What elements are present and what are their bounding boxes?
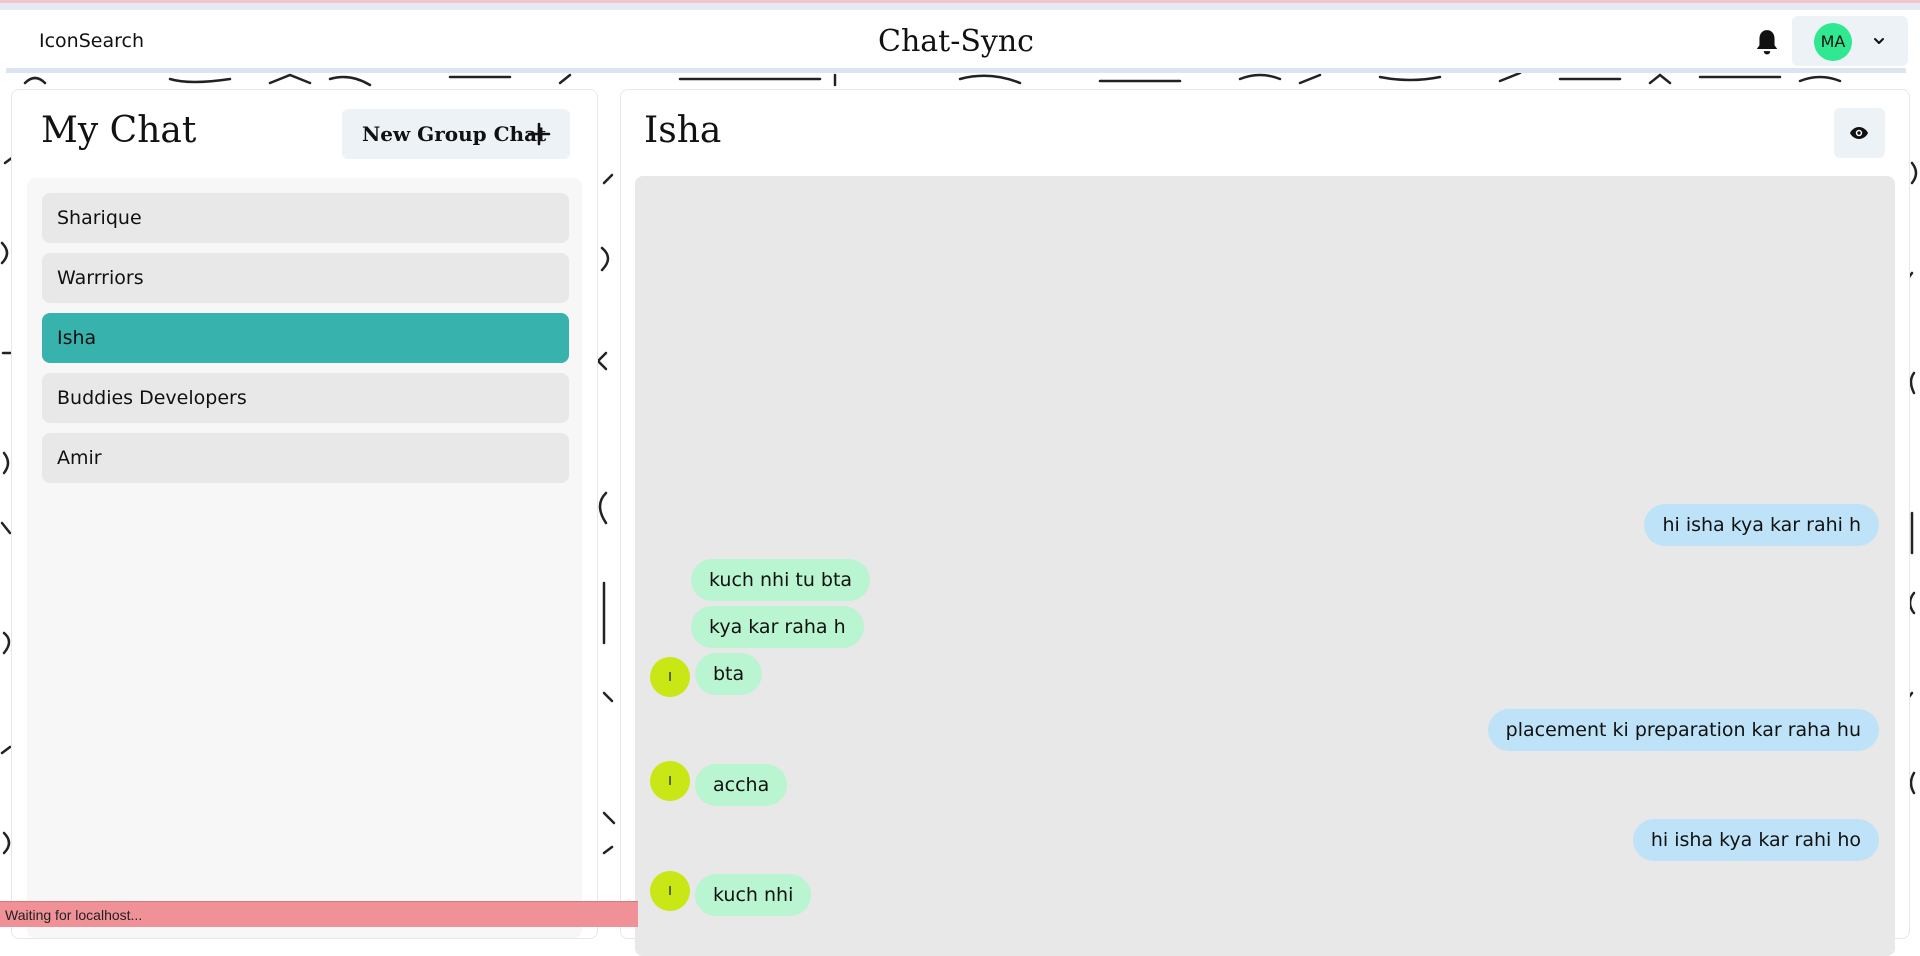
plus-icon bbox=[527, 122, 551, 146]
chat-item-sharique[interactable]: Sharique bbox=[42, 193, 569, 243]
chat-item-warrriors[interactable]: Warrriors bbox=[42, 253, 569, 303]
chat-list: Sharique Warrriors Isha Buddies Develope… bbox=[27, 178, 582, 938]
message-received: kuch nhi tu bta bbox=[691, 559, 871, 601]
browser-top-strip bbox=[0, 0, 1920, 10]
chat-item-amir[interactable]: Amir bbox=[42, 433, 569, 483]
chat-item-label: Amir bbox=[57, 447, 102, 469]
message-received: kya kar raha h bbox=[691, 606, 864, 648]
message-sent: placement ki preparation kar raha hu bbox=[1487, 709, 1879, 751]
user-avatar: MA bbox=[1814, 23, 1852, 61]
top-navbar: IconSearch Chat-Sync MA bbox=[6, 10, 1908, 73]
contact-avatar[interactable]: I bbox=[650, 761, 690, 801]
message-received: bta bbox=[695, 653, 763, 695]
new-group-chat-label: New Group Chat bbox=[362, 122, 547, 146]
message-sent: hi isha kya kar rahi ho bbox=[1632, 819, 1879, 861]
contact-avatar[interactable]: I bbox=[650, 871, 690, 911]
message-received: kuch nhi bbox=[695, 874, 812, 916]
chat-header-name: Isha bbox=[644, 110, 722, 151]
browser-status-bar: Waiting for localhost... bbox=[0, 901, 638, 927]
message-received: accha bbox=[695, 764, 788, 806]
chat-item-label: Buddies Developers bbox=[57, 387, 247, 409]
user-menu-button[interactable]: MA bbox=[1792, 16, 1908, 66]
chat-item-isha[interactable]: Isha bbox=[42, 313, 569, 363]
contact-avatar[interactable]: I bbox=[650, 657, 690, 697]
chat-item-label: Isha bbox=[57, 327, 97, 349]
bell-icon[interactable] bbox=[1754, 28, 1780, 56]
chevron-down-icon bbox=[1874, 38, 1884, 44]
chat-panel: Isha hi isha kya kar rahi h kuch nhi tu … bbox=[620, 89, 1910, 956]
my-chats-panel: My Chat New Group Chat Sharique Warrrior… bbox=[11, 89, 598, 939]
my-chats-title: My Chat bbox=[41, 110, 197, 151]
chat-item-buddies-developers[interactable]: Buddies Developers bbox=[42, 373, 569, 423]
app-title: Chat-Sync bbox=[878, 24, 1034, 59]
message-sent: hi isha kya kar rahi h bbox=[1644, 504, 1879, 546]
status-text: Waiting for localhost... bbox=[5, 907, 143, 923]
messages-area: hi isha kya kar rahi h kuch nhi tu bta k… bbox=[635, 176, 1895, 956]
new-group-chat-button[interactable]: New Group Chat bbox=[342, 109, 570, 159]
chat-item-label: Sharique bbox=[57, 207, 142, 229]
eye-icon bbox=[1850, 127, 1868, 139]
view-profile-button[interactable] bbox=[1834, 108, 1885, 158]
chat-item-label: Warrriors bbox=[57, 267, 144, 289]
